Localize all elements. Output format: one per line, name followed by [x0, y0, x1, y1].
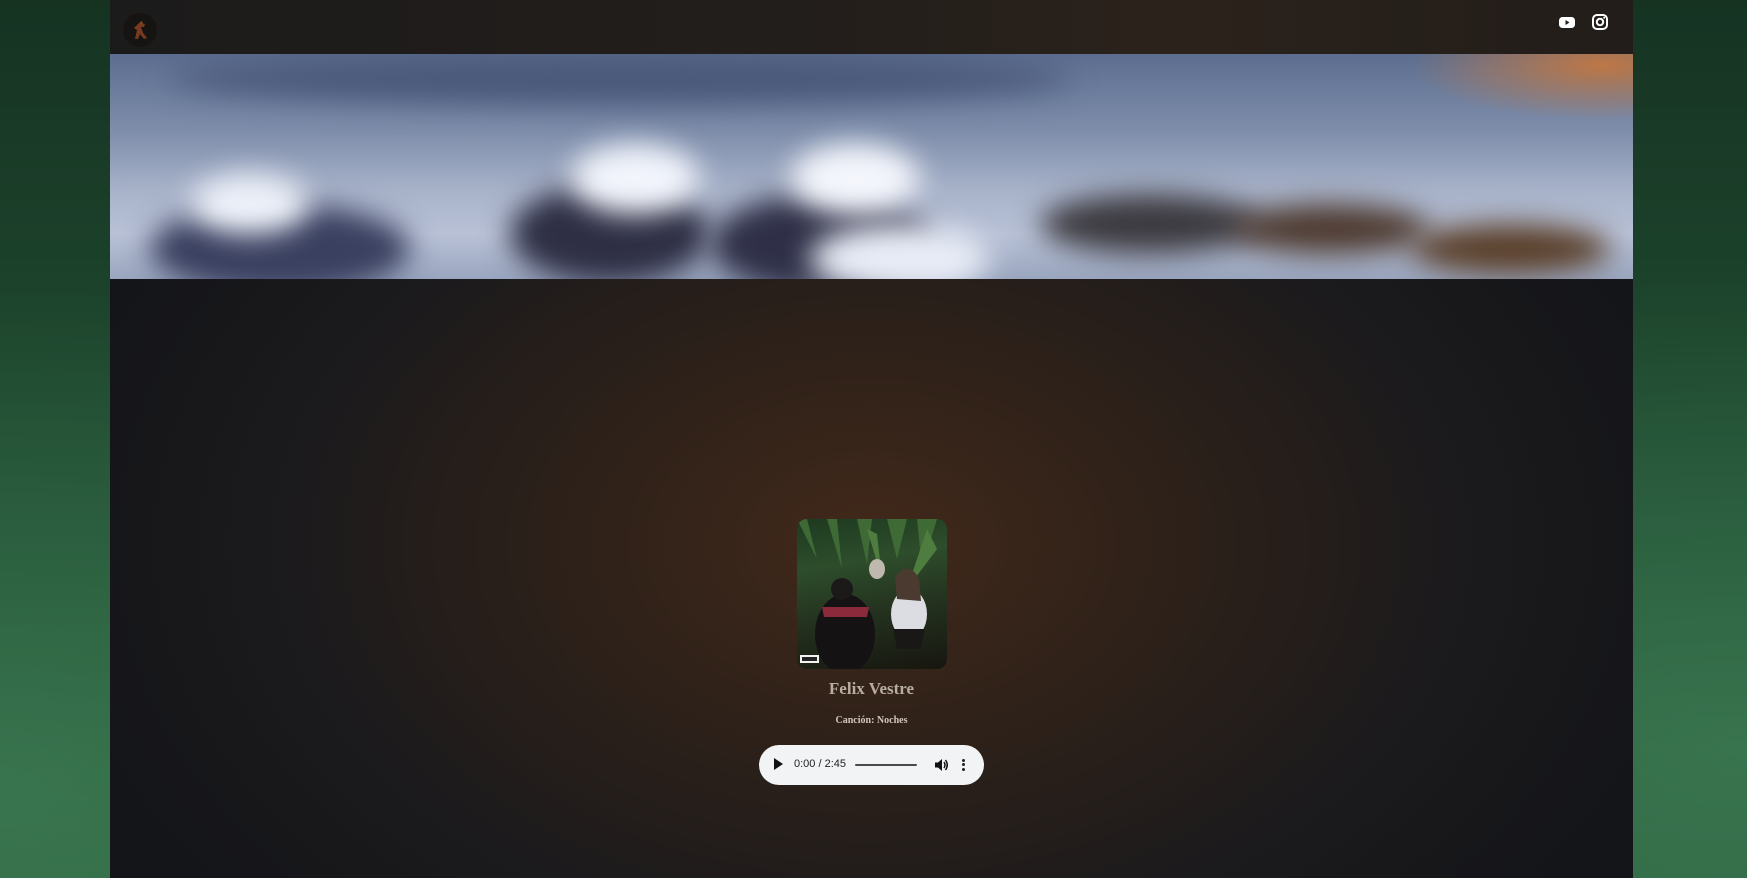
youtube-icon: [1559, 17, 1575, 28]
track-section: Felix Vestre Canción: Noches 0:00 / 2:45: [110, 279, 1633, 878]
hero-banner-image: [110, 54, 1633, 279]
more-options-icon[interactable]: [959, 757, 967, 773]
progress-slider[interactable]: [855, 764, 917, 766]
audio-player[interactable]: 0:00 / 2:45: [759, 745, 984, 785]
time-display: 0:00 / 2:45: [794, 758, 846, 770]
youtube-link[interactable]: [1557, 12, 1577, 32]
album-cover-photo: [797, 519, 937, 669]
instagram-link[interactable]: [1590, 12, 1610, 32]
volume-icon[interactable]: [934, 758, 950, 772]
page-container: Felix Vestre Canción: Noches 0:00 / 2:45: [110, 0, 1633, 878]
song-title: Canción: Noches: [835, 715, 908, 726]
horse-logo-icon: [134, 21, 147, 39]
artist-name: Felix Vestre: [828, 679, 915, 698]
play-icon[interactable]: [774, 758, 783, 770]
instagram-icon: [1592, 14, 1608, 30]
album-cover: [797, 519, 947, 669]
site-logo[interactable]: [123, 13, 157, 47]
top-navigation-bar: [110, 0, 1633, 54]
